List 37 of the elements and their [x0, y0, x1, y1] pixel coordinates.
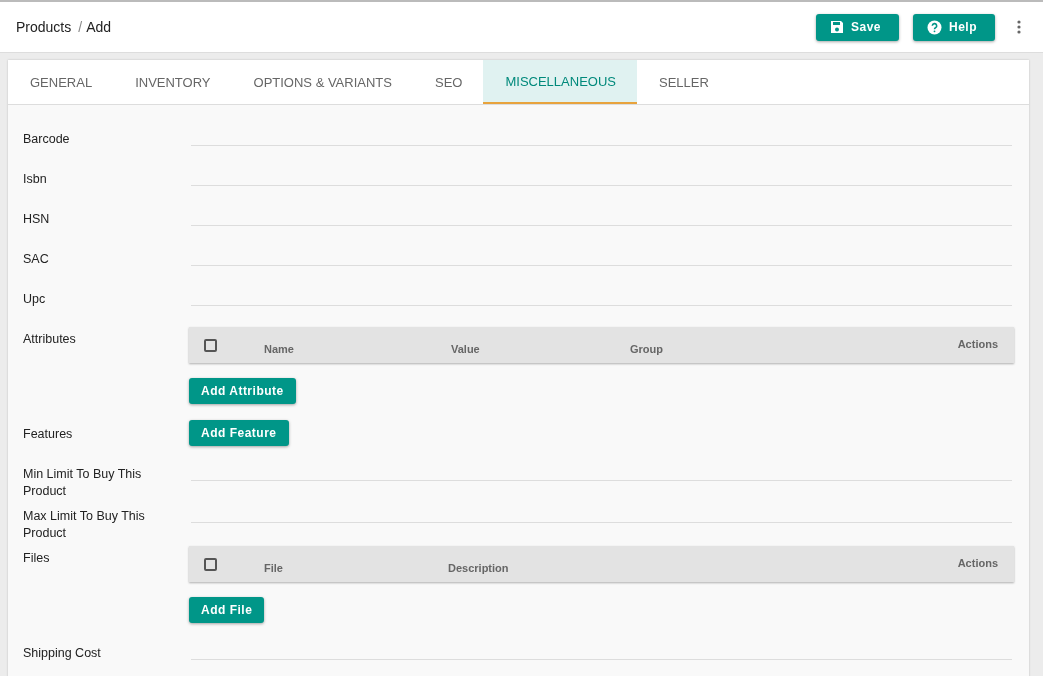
help-button[interactable]: Help	[913, 13, 995, 41]
field-label: Features	[23, 426, 74, 443]
breadcrumb-item: Add	[86, 19, 112, 35]
save-icon	[829, 20, 844, 34]
more-options-icon[interactable]	[1017, 20, 1021, 34]
field-label: Attributes	[23, 331, 77, 348]
column-header: Name	[264, 341, 295, 355]
column-header: File	[264, 560, 284, 574]
breadcrumb-item[interactable]: Products	[16, 19, 72, 35]
save-button[interactable]: Save	[815, 13, 899, 41]
tab[interactable]: MISCELLANEOUS	[483, 60, 637, 104]
field-label: Isbn	[23, 171, 48, 188]
field-label: HSN	[23, 211, 51, 228]
add-button[interactable]: Add Attribute	[189, 378, 296, 404]
field-label: Upc	[23, 291, 47, 308]
tab[interactable]: SELLER	[637, 60, 730, 104]
field-label: Barcode	[23, 131, 71, 148]
add-button[interactable]: Add File	[189, 597, 265, 623]
field-label: Shipping Cost	[23, 645, 102, 662]
help-icon	[927, 19, 942, 35]
tab[interactable]: GENERAL	[8, 60, 114, 104]
column-header: Description	[448, 560, 509, 574]
checkbox[interactable]	[204, 338, 217, 352]
field-label: Min Limit To Buy This Product	[23, 466, 143, 500]
field-label: SAC	[23, 251, 50, 268]
checkbox[interactable]	[204, 557, 217, 571]
field-label: Files	[23, 550, 51, 567]
column-header: Actions	[957, 337, 998, 352]
field-label: Max Limit To Buy This Product	[23, 508, 146, 542]
breadcrumb-separator: /	[78, 19, 83, 35]
column-header: Group	[630, 341, 663, 355]
tab[interactable]: OPTIONS & VARIANTS	[231, 60, 413, 104]
add-button[interactable]: Add Feature	[189, 420, 289, 446]
tab[interactable]: INVENTORY	[113, 60, 232, 104]
column-header: Value	[451, 341, 481, 355]
column-header: Actions	[957, 556, 998, 571]
tab[interactable]: SEO	[412, 60, 484, 104]
